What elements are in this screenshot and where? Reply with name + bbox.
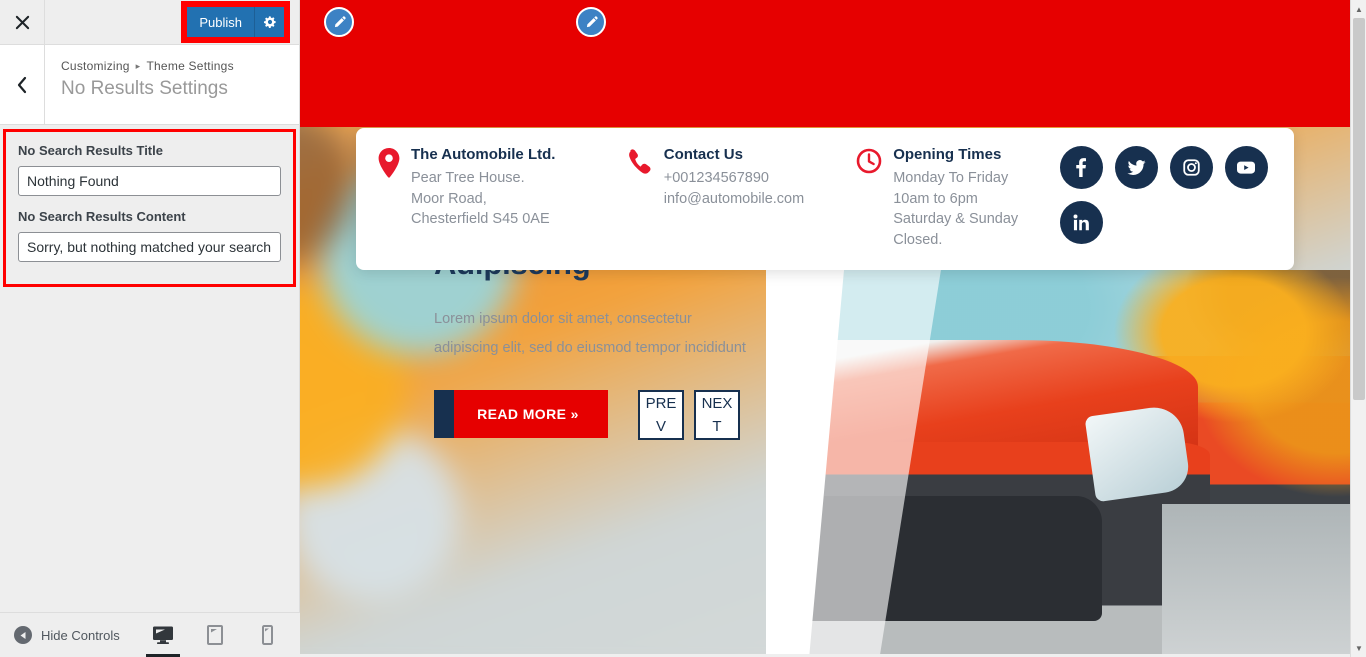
control-no-search-results-content: No Search Results Content xyxy=(18,208,281,263)
info-contact: Contact Us +001234567890 info@automobile… xyxy=(627,146,856,250)
info-hours-line-1: Monday To Friday xyxy=(893,170,1009,186)
publish-button[interactable]: Publish xyxy=(187,7,254,37)
customizer-sidebar: Publish Customizing ▸ Theme Settings No … xyxy=(0,0,300,657)
read-more-button[interactable]: READ MORE » xyxy=(434,390,608,439)
breadcrumb: Customizing ▸ Theme Settings xyxy=(61,59,299,73)
customizer-screen: Publish Customizing ▸ Theme Settings No … xyxy=(0,0,1366,657)
linkedin-icon[interactable] xyxy=(1059,201,1103,244)
publish-highlight: Publish xyxy=(181,1,290,43)
collapse-arrow-icon xyxy=(14,626,32,644)
breadcrumb-root[interactable]: Customizing xyxy=(61,59,130,73)
mobile-icon[interactable] xyxy=(252,613,282,657)
info-address-line-3: Chesterfield S45 0AE xyxy=(411,211,550,228)
topbar-actions: Publish xyxy=(45,0,299,44)
info-address-line-2: Moor Road, xyxy=(411,190,487,207)
car-headlight-shape xyxy=(1084,404,1192,503)
no-search-results-content-label: No Search Results Content xyxy=(18,209,186,225)
location-pin-icon xyxy=(378,146,400,250)
scroll-down-icon[interactable]: ▼ xyxy=(1351,640,1366,656)
info-address-title: The Automobile Ltd. xyxy=(411,146,556,163)
scrollbar-thumb[interactable] xyxy=(1353,18,1365,400)
twitter-icon[interactable] xyxy=(1114,146,1158,189)
device-preview-switcher xyxy=(146,613,300,657)
road-shape xyxy=(1162,504,1366,657)
scroll-up-icon[interactable]: ▲ xyxy=(1351,1,1366,17)
edit-menu-pencil[interactable] xyxy=(576,7,606,37)
info-contact-title: Contact Us xyxy=(663,146,743,163)
info-address-line-1: Pear Tree House. xyxy=(411,170,525,186)
slider-prev-button[interactable]: PREV xyxy=(638,390,684,441)
info-address: The Automobile Ltd. Pear Tree House. Moo… xyxy=(378,146,627,250)
no-results-settings-group: No Search Results Title No Search Result… xyxy=(3,129,296,288)
no-search-results-content-input[interactable] xyxy=(18,232,281,263)
phone-icon xyxy=(627,146,653,250)
clock-icon xyxy=(856,146,882,250)
breadcrumb-separator-icon: ▸ xyxy=(135,60,141,71)
info-hours-line-3: Saturday & Sunday xyxy=(893,211,1019,228)
info-contact-email[interactable]: info@automobile.com xyxy=(664,189,804,210)
hide-controls-button[interactable]: Hide Controls xyxy=(0,626,120,644)
info-hours: Opening Times Monday To Friday 10am to 6… xyxy=(856,146,1054,250)
chevron-left-icon[interactable] xyxy=(0,45,45,124)
info-hours-line-4: Closed. xyxy=(893,231,943,248)
customizer-controls-pane: No Search Results Title No Search Result… xyxy=(0,129,299,657)
instagram-icon[interactable] xyxy=(1169,146,1213,189)
hero-actions: READ MORE » PREV NEXT xyxy=(434,390,754,441)
info-hours-line-2: 10am to 6pm xyxy=(893,190,978,207)
page-title: No Results Settings xyxy=(61,78,228,99)
hero-car-image xyxy=(766,270,1366,657)
customizer-titles: Customizing ▸ Theme Settings No Results … xyxy=(45,45,299,124)
hide-controls-label: Hide Controls xyxy=(41,627,120,643)
no-search-results-title-input[interactable] xyxy=(18,166,281,197)
gear-icon[interactable] xyxy=(254,7,284,37)
customizer-topbar: Publish xyxy=(0,0,299,45)
preview-vertical-scrollbar[interactable]: ▲ ▼ xyxy=(1350,0,1366,657)
close-icon[interactable] xyxy=(0,0,45,44)
social-links xyxy=(1059,146,1272,250)
youtube-icon[interactable] xyxy=(1224,146,1268,189)
slider-next-button[interactable]: NEXT xyxy=(694,390,740,441)
no-search-results-title-label: No Search Results Title xyxy=(18,143,163,158)
control-no-search-results-title: No Search Results Title xyxy=(18,142,281,197)
site-preview: AUTOMOTIVE .COM Home ABOUT SERVICE CONTA… xyxy=(300,0,1366,657)
customizer-footer: Hide Controls xyxy=(0,612,300,657)
breadcrumb-section[interactable]: Theme Settings xyxy=(146,59,233,73)
customizer-section-header: Customizing ▸ Theme Settings No Results … xyxy=(0,45,299,125)
edit-logo-pencil[interactable] xyxy=(324,7,354,37)
slider-navigation: PREV NEXT xyxy=(638,390,740,441)
hero-paragraph: Lorem ipsum dolor sit amet, consectetur … xyxy=(434,310,746,357)
facebook-icon[interactable] xyxy=(1059,146,1103,189)
tablet-icon[interactable] xyxy=(200,613,230,657)
desktop-icon[interactable] xyxy=(146,613,180,657)
info-contact-phone[interactable]: +001234567890 xyxy=(664,168,804,189)
contact-info-card: The Automobile Ltd. Pear Tree House. Moo… xyxy=(356,128,1294,271)
site-header xyxy=(300,0,1366,127)
info-hours-title: Opening Times xyxy=(893,146,1002,163)
